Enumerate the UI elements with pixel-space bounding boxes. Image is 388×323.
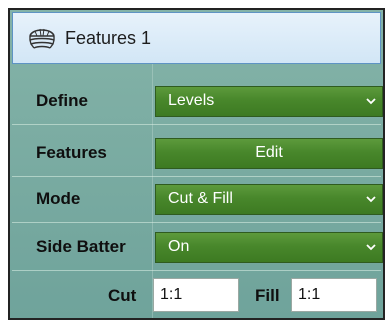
chevron-down-icon (360, 185, 382, 214)
fill-label: Fill (255, 286, 280, 305)
cut-ratio-input[interactable] (153, 278, 239, 312)
strata-layers-icon (27, 24, 57, 52)
edit-button-label: Edit (255, 144, 283, 161)
edit-features-button[interactable]: Edit (155, 137, 383, 169)
row-divider (12, 270, 381, 271)
side-batter-value: On (168, 238, 190, 255)
define-dropdown[interactable]: Levels (155, 85, 383, 117)
side-batter-row: Side Batter On (12, 228, 383, 266)
cut-label: Cut (108, 286, 137, 305)
side-batter-label: Side Batter (36, 237, 126, 256)
panel-header[interactable]: Features 1 (12, 12, 381, 64)
features-row: Features Edit (12, 134, 383, 172)
chevron-down-icon (360, 233, 382, 262)
chevron-down-icon (360, 87, 382, 116)
mode-row: Mode Cut & Fill (12, 180, 383, 218)
row-divider (12, 124, 381, 125)
features-panel: Features 1 Define Levels Features Edit M… (8, 8, 385, 320)
mode-dropdown[interactable]: Cut & Fill (155, 183, 383, 215)
panel-title: Features 1 (65, 27, 152, 48)
define-value: Levels (168, 92, 215, 109)
row-divider (12, 176, 381, 177)
define-label: Define (36, 91, 88, 110)
side-batter-dropdown[interactable]: On (155, 231, 383, 263)
define-row: Define Levels (12, 82, 383, 120)
fill-ratio-input[interactable] (291, 278, 377, 312)
mode-label: Mode (36, 189, 81, 208)
row-divider (12, 222, 381, 223)
mode-value: Cut & Fill (168, 190, 233, 207)
features-label: Features (36, 143, 107, 162)
